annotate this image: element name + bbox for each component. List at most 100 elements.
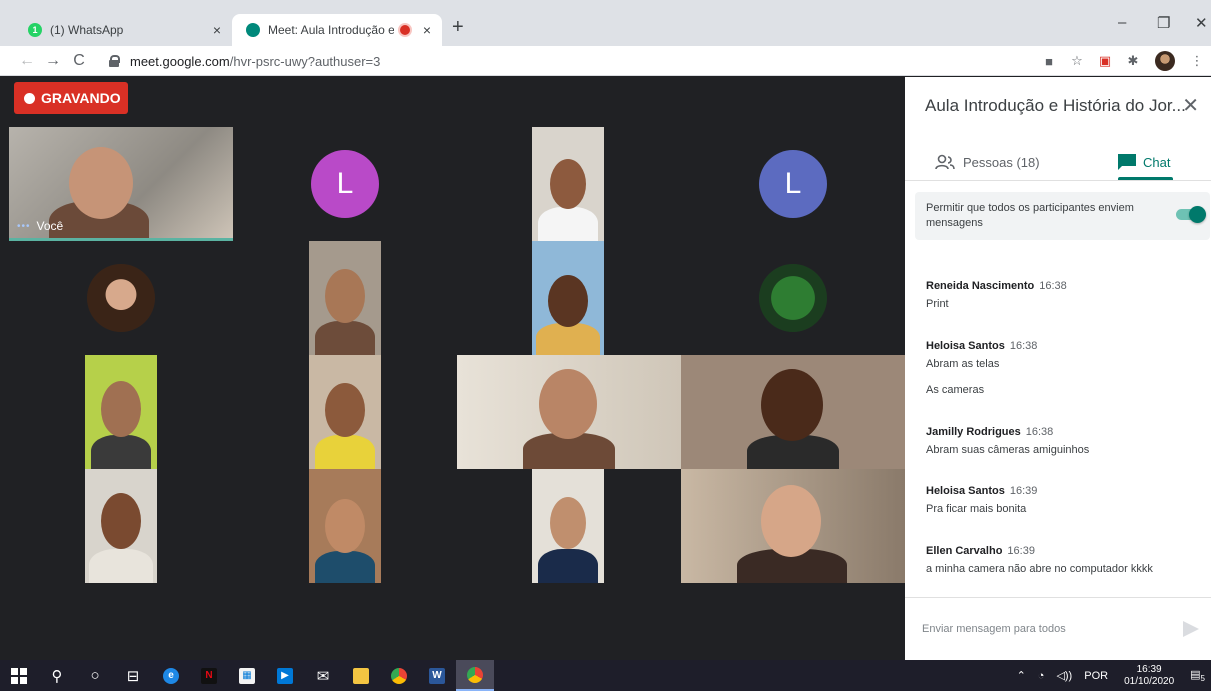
tab-people[interactable]: Pessoas (18): [935, 145, 1040, 179]
tab-people-label: Pessoas (18): [963, 154, 1040, 170]
close-tab-icon[interactable]: ×: [206, 22, 228, 38]
tab-chat[interactable]: Chat: [1117, 145, 1170, 179]
divider: [905, 180, 1211, 181]
chat-message: Reneida Nascimento 16:38 Print: [926, 280, 1067, 310]
message-sender: Ellen Carvalho: [926, 545, 1003, 557]
self-video-tile[interactable]: ••• Você: [9, 127, 233, 241]
chat-message: Ellen Carvalho 16:39 a minha camera não a…: [926, 545, 1153, 575]
clock[interactable]: 16:39 01/10/2020: [1124, 664, 1174, 688]
close-panel-icon[interactable]: ✕: [1182, 93, 1199, 118]
network-icon[interactable]: ◔: [1038, 670, 1045, 682]
address-bar[interactable]: meet.google.com/hvr-psrc-uwy?authuser=3: [108, 50, 1038, 72]
participant-silhouette: [538, 207, 598, 241]
restore-button[interactable]: ❐: [1157, 14, 1170, 32]
participant-silhouette: [89, 549, 153, 583]
reload-icon[interactable]: C: [66, 52, 92, 70]
word-icon-glyph: W: [429, 667, 445, 684]
search-icon[interactable]: ⚲: [38, 660, 76, 691]
word-icon[interactable]: W: [418, 660, 456, 691]
store-icon[interactable]: ▦: [228, 660, 266, 691]
edge-icon[interactable]: e: [152, 660, 190, 691]
mail-icon[interactable]: ✉: [304, 660, 342, 691]
more-options-icon[interactable]: •••: [17, 221, 31, 232]
participant-tile[interactable]: [309, 355, 381, 469]
participant-tile[interactable]: [457, 355, 681, 469]
participant-tile[interactable]: [309, 469, 381, 583]
url-host: meet.google.com: [130, 53, 230, 69]
windows-taskbar: ⚲ ○ ⊟ e N ▦ ▶ ✉ W ⌃ ◔ ◁)) POR 16:39 01/1…: [0, 660, 1211, 691]
tab-meet[interactable]: Meet: Aula Introdução e Hist ×: [232, 14, 442, 46]
toggle-knob: [1189, 206, 1206, 223]
participant-tile[interactable]: [681, 241, 905, 355]
participant-tile[interactable]: [532, 127, 604, 241]
windows-start-icon[interactable]: [0, 660, 38, 691]
self-name: Você: [36, 219, 64, 233]
close-tab-icon[interactable]: ×: [416, 22, 438, 38]
meet-icon: [246, 23, 260, 37]
message-time: 16:38: [1039, 280, 1067, 292]
message-text: Print: [926, 298, 949, 310]
cortana-icon[interactable]: ○: [76, 660, 114, 691]
recording-label: GRAVANDO: [41, 90, 121, 106]
allow-messages-text: Permitir que todos os participantes envi…: [926, 202, 1134, 229]
input-language[interactable]: POR: [1084, 670, 1108, 682]
chrome-profile-icon[interactable]: [456, 660, 494, 691]
participant-tile[interactable]: [681, 355, 905, 469]
pocket-extension-icon[interactable]: ▣: [1091, 53, 1119, 69]
system-tray: ⌃ ◔ ◁)) POR 16:39 01/10/2020 ▤5: [1011, 660, 1211, 691]
participant-tile[interactable]: [532, 469, 604, 583]
new-tab-button[interactable]: +: [452, 16, 464, 39]
star-icon[interactable]: ☆: [1063, 53, 1091, 69]
chrome-icon[interactable]: [380, 660, 418, 691]
participant-tile[interactable]: [85, 355, 157, 469]
participant-tile[interactable]: [85, 469, 157, 583]
message-text: Abram suas câmeras amiguinhos: [926, 444, 1090, 456]
send-icon[interactable]: [1183, 621, 1199, 637]
chat-icon: [1118, 154, 1136, 170]
participant-face: [550, 159, 586, 209]
edge-icon-glyph: e: [163, 667, 179, 684]
volume-icon[interactable]: ◁)): [1056, 669, 1072, 682]
task-view-icon[interactable]: ⊟: [114, 660, 152, 691]
netflix-icon[interactable]: N: [190, 660, 228, 691]
participant-tile[interactable]: L: [681, 127, 905, 241]
participant-face: [325, 269, 365, 323]
clock-date: 01/10/2020: [1124, 675, 1175, 687]
screen: 1 (1) WhatsApp × Meet: Aula Introdução e…: [0, 0, 1211, 691]
participant-tile[interactable]: [681, 469, 905, 583]
message-text: Pra ficar mais bonita: [926, 503, 1027, 515]
message-sender: Heloisa Santos: [926, 340, 1005, 352]
forward-arrow-icon[interactable]: →: [40, 52, 66, 70]
participant-face: [325, 383, 365, 437]
windows-logo-icon: [11, 667, 27, 684]
minimize-button[interactable]: –: [1118, 14, 1126, 31]
message-sender: Reneida Nascimento: [926, 280, 1035, 292]
allow-messages-toggle[interactable]: [1176, 206, 1206, 223]
window-close-button[interactable]: ✕: [1195, 14, 1208, 32]
participant-tile[interactable]: [532, 241, 604, 355]
extensions-puzzle-icon[interactable]: ✱: [1119, 53, 1147, 69]
back-arrow-icon[interactable]: ←: [14, 52, 40, 70]
lock-icon: [108, 55, 120, 67]
participant-face: [761, 485, 821, 557]
menu-dots-icon[interactable]: ⋮: [1183, 53, 1211, 69]
profile-avatar[interactable]: [1155, 51, 1175, 71]
chrome-icon-glyph: [467, 666, 483, 683]
notifications-icon[interactable]: ▤5: [1190, 668, 1205, 683]
chevron-up-icon[interactable]: ⌃: [1017, 669, 1026, 682]
chrome-icon-glyph: [391, 667, 407, 684]
meeting-title: Aula Introdução e História do Jor...: [925, 96, 1186, 115]
participant-tile[interactable]: [309, 241, 381, 355]
camera-icon[interactable]: ■: [1035, 54, 1063, 69]
chat-message: Heloisa Santos 16:38 Abram as telas As ca…: [926, 340, 1037, 396]
message-text: As cameras: [926, 384, 985, 396]
message-time: 16:39: [1009, 485, 1038, 497]
participant-tile[interactable]: [9, 241, 233, 355]
participant-tile[interactable]: L: [233, 127, 457, 241]
file-explorer-icon[interactable]: [342, 660, 380, 691]
toolbar-icons: ■ ☆ ▣ ✱ ⋮: [1035, 46, 1211, 76]
record-dot-icon: [24, 92, 35, 104]
chat-input[interactable]: Enviar mensagem para todos: [922, 623, 1066, 635]
media-player-icon[interactable]: ▶: [266, 660, 304, 691]
tab-whatsapp[interactable]: 1 (1) WhatsApp ×: [14, 14, 232, 46]
